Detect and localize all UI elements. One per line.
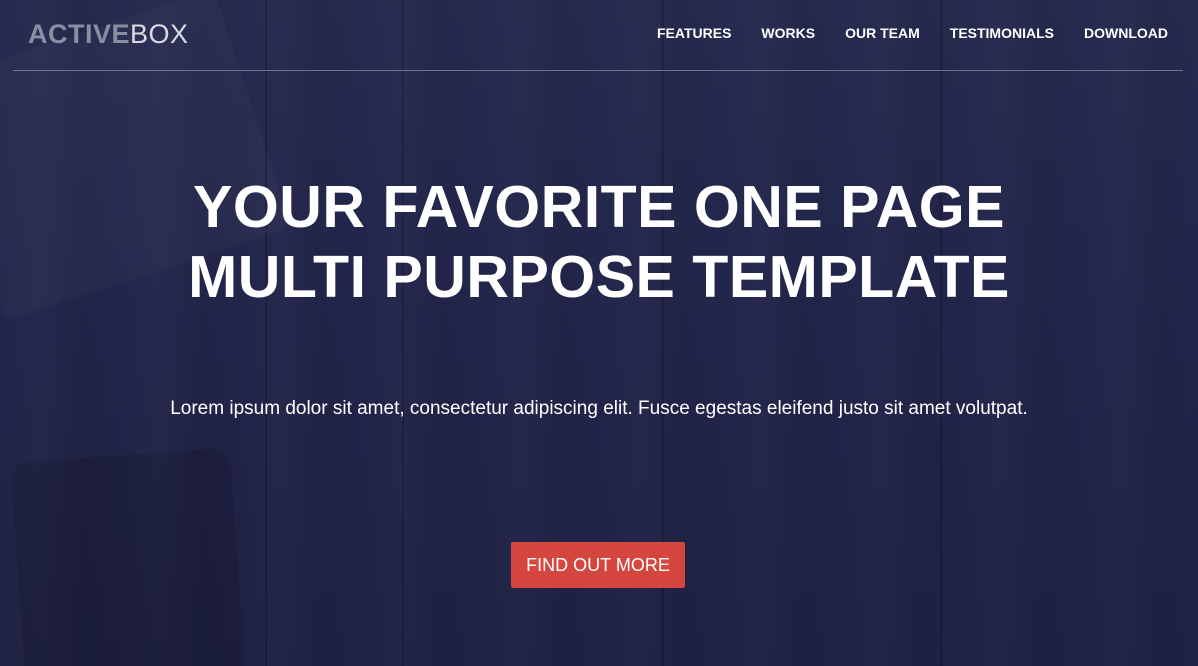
hero-headline: YOUR FAVORITE ONE PAGE MULTI PURPOSE TEM… <box>0 172 1198 312</box>
wood-plank-line <box>265 0 267 666</box>
brand-logo[interactable]: ACTIVEBOX <box>28 18 189 50</box>
wood-plank-line <box>402 0 404 666</box>
nav-link-our-team[interactable]: OUR TEAM <box>845 24 920 42</box>
nav-menu: FEATURES WORKS OUR TEAM TESTIMONIALS DOW… <box>627 24 1168 42</box>
background-phone-shape <box>10 447 246 666</box>
brand-logo-light: BOX <box>130 19 189 49</box>
hero-subtext: Lorem ipsum dolor sit amet, consectetur … <box>170 398 1028 419</box>
brand-logo-bold: ACTIVE <box>28 19 131 49</box>
nav-link-testimonials[interactable]: TESTIMONIALS <box>950 24 1054 42</box>
nav-link-download[interactable]: DOWNLOAD <box>1084 24 1168 42</box>
nav-link-works[interactable]: WORKS <box>761 24 815 42</box>
hero-headline-line-1: YOUR FAVORITE ONE PAGE <box>193 174 1005 240</box>
navbar: ACTIVEBOX FEATURES WORKS OUR TEAM TESTIM… <box>13 0 1183 71</box>
hero-section: ACTIVEBOX FEATURES WORKS OUR TEAM TESTIM… <box>0 0 1198 666</box>
find-out-more-button[interactable]: FIND OUT MORE <box>511 542 685 588</box>
hero-headline-line-2: MULTI PURPOSE TEMPLATE <box>188 244 1010 310</box>
nav-link-features[interactable]: FEATURES <box>657 24 731 42</box>
wood-plank-line <box>940 0 942 666</box>
